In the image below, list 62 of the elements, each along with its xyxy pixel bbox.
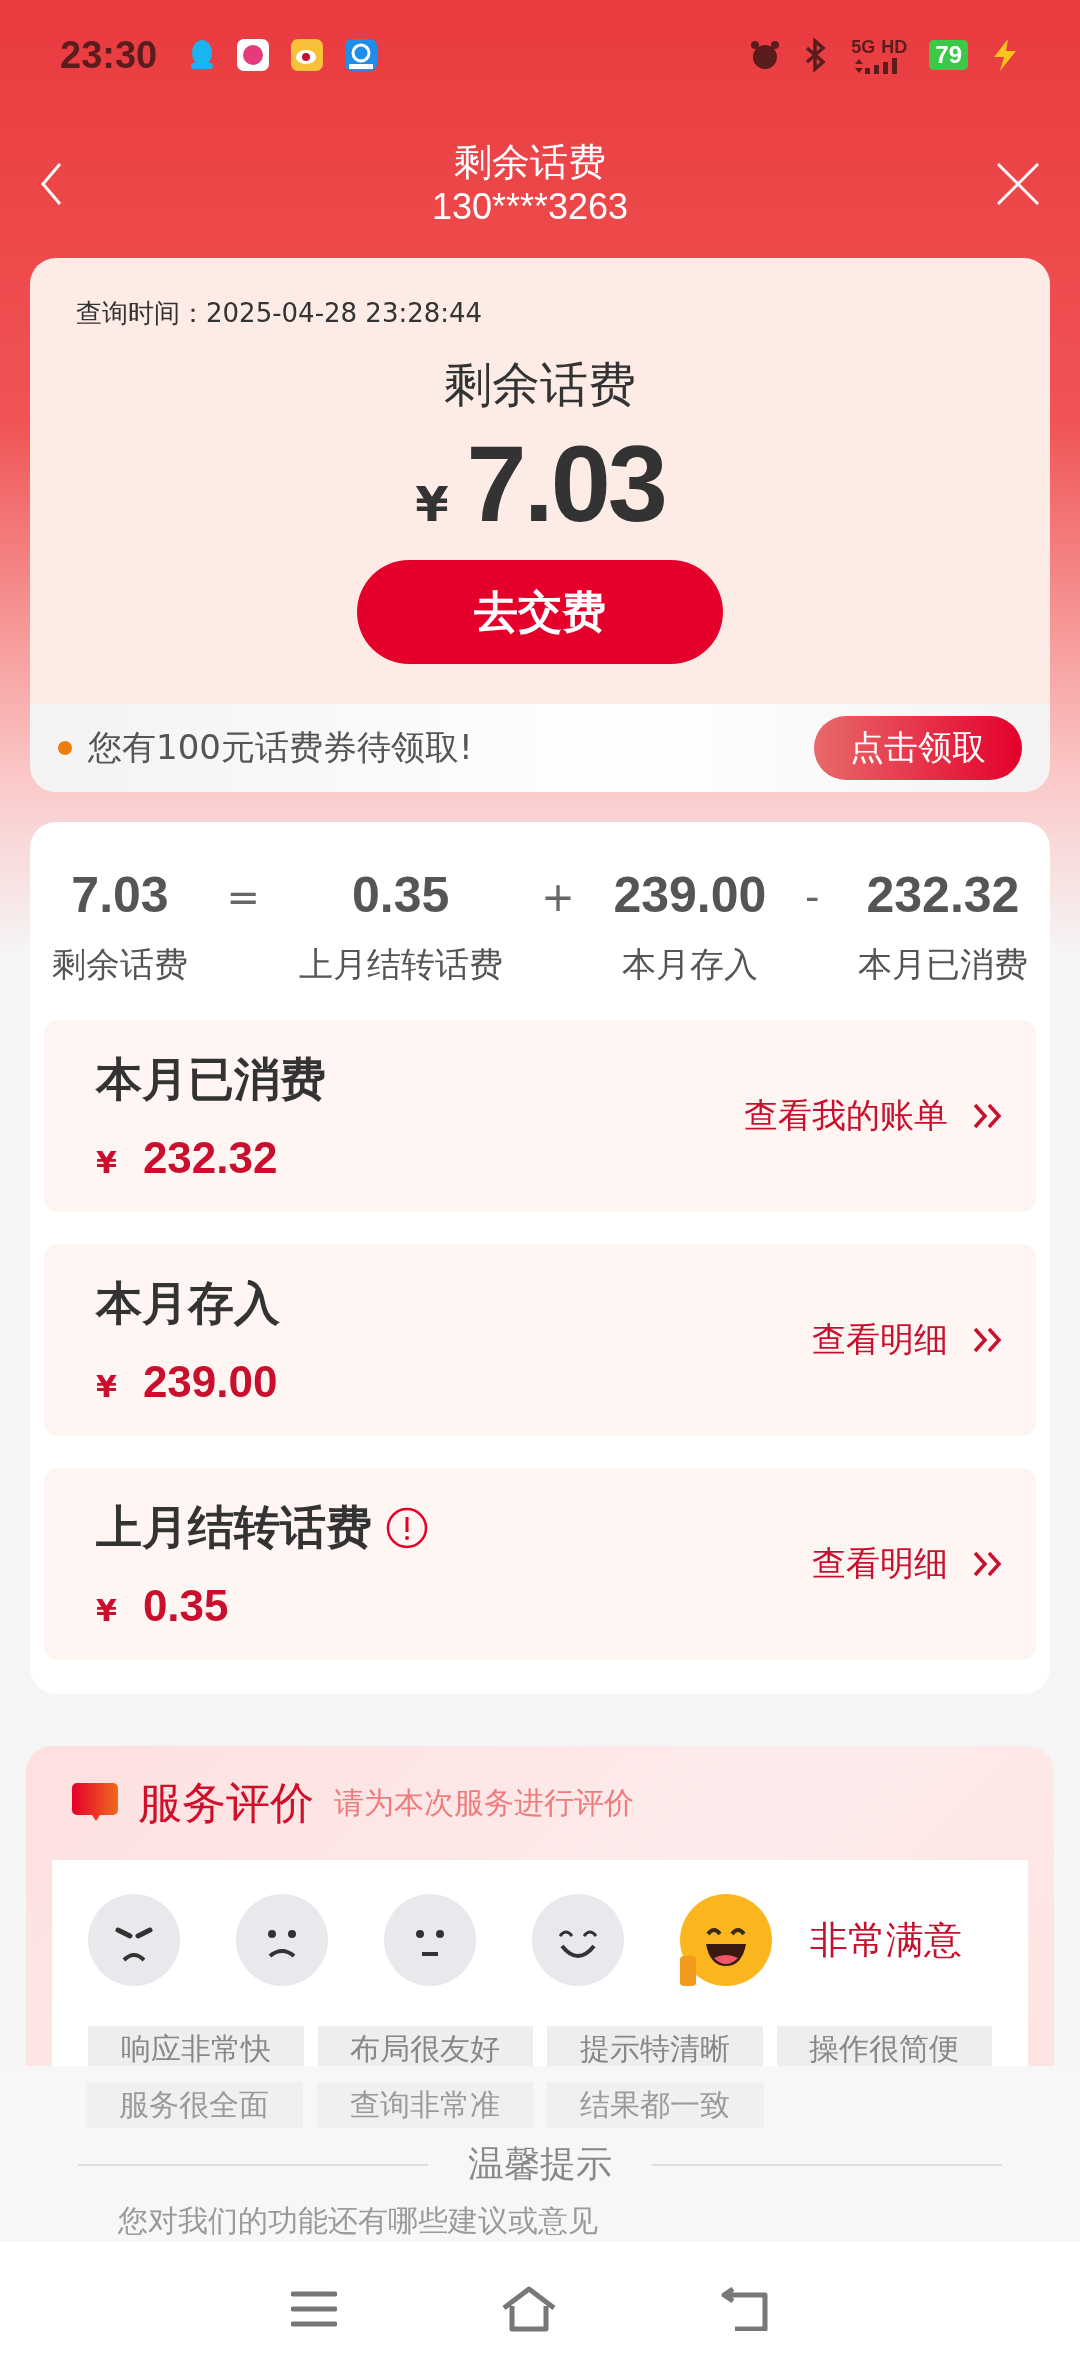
face-icon[interactable] <box>88 1894 180 1986</box>
detail-link[interactable]: 查看明细 <box>812 1317 948 1363</box>
back-icon[interactable] <box>40 162 64 207</box>
detail-title: 上月结转话费 <box>96 1499 372 1556</box>
face-icon[interactable] <box>236 1894 328 1986</box>
balance-amount: 7.03 <box>466 422 665 547</box>
eye-app-icon <box>291 39 324 72</box>
math-operator: + <box>541 874 575 920</box>
detail-amount: 239.00 <box>142 1357 278 1407</box>
detail-link[interactable]: 查看我的账单 <box>744 1093 948 1139</box>
app-icon <box>237 39 270 72</box>
math-operator: = <box>226 874 261 920</box>
currency-symbol: ¥ <box>96 1145 117 1180</box>
double-chevron-icon <box>972 1102 1004 1130</box>
home-icon[interactable] <box>500 2286 558 2332</box>
breakdown-value: 7.03 <box>71 866 169 924</box>
detail-title: 本月存入 <box>96 1275 280 1332</box>
suggestion-prompt: 您对我们的功能还有哪些建议或意见 <box>117 2202 598 2240</box>
phone-number: 130****3263 <box>431 185 629 230</box>
breakdown-label: 本月已消费 <box>857 943 1028 986</box>
speech-bubble-icon <box>72 1783 118 1823</box>
math-operator: - <box>804 874 820 920</box>
bullet-dot <box>58 741 72 755</box>
breakdown-value: 0.35 <box>352 866 450 924</box>
currency-symbol: ¥ <box>96 1369 117 1404</box>
coupon-text: 您有100元话费券待领取! <box>88 726 474 769</box>
rating-title: 服务评价 <box>138 1775 314 1830</box>
balance-title: 剩余话费 <box>444 355 636 415</box>
back-nav-icon[interactable] <box>720 2287 769 2331</box>
hd-label: HD <box>881 36 908 58</box>
feedback-tag: 查询非常准 <box>316 2082 533 2128</box>
claim-button[interactable]: 点击领取 <box>814 716 1022 780</box>
double-chevron-icon <box>972 1326 1004 1354</box>
battery-level: 79 <box>929 40 968 71</box>
breakdown-value: 232.32 <box>866 866 1020 924</box>
rating-label: 非常满意 <box>810 1916 962 1964</box>
feedback-tag: 服务很全面 <box>86 2082 303 2128</box>
menu-icon[interactable] <box>291 2290 338 2328</box>
info-icon[interactable] <box>386 1507 428 1549</box>
breakdown-label: 剩余话费 <box>52 943 188 986</box>
breakdown-label: 上月结转话费 <box>298 943 503 986</box>
network-type: 5G <box>851 36 876 58</box>
currency-symbol: ¥ <box>415 476 449 533</box>
page-title: 剩余话费 <box>454 139 606 186</box>
app-icon <box>345 39 378 72</box>
detail-amount: 0.35 <box>142 1581 229 1631</box>
close-icon[interactable] <box>996 162 1040 207</box>
feedback-tag: 结果都一致 <box>547 2082 764 2128</box>
detail-title: 本月已消费 <box>96 1051 326 1108</box>
pay-button[interactable]: 去交费 <box>357 560 723 665</box>
breakdown-value: 239.00 <box>613 866 767 924</box>
face-icon[interactable] <box>532 1894 624 1986</box>
selected-face-icon[interactable] <box>680 1894 772 1986</box>
sheet-title: 温馨提示 <box>468 2142 612 2186</box>
rating-subtitle: 请为本次服务进行评价 <box>334 1783 634 1822</box>
breakdown-label: 本月存入 <box>621 943 758 986</box>
currency-symbol: ¥ <box>96 1593 117 1628</box>
query-time: 查询时间：2025-04-28 23:28:44 <box>76 297 483 331</box>
double-chevron-icon <box>972 1550 1004 1578</box>
clock-time: 23:30 <box>60 33 158 77</box>
detail-link[interactable]: 查看明细 <box>812 1541 948 1587</box>
detail-amount: 232.32 <box>142 1133 278 1183</box>
